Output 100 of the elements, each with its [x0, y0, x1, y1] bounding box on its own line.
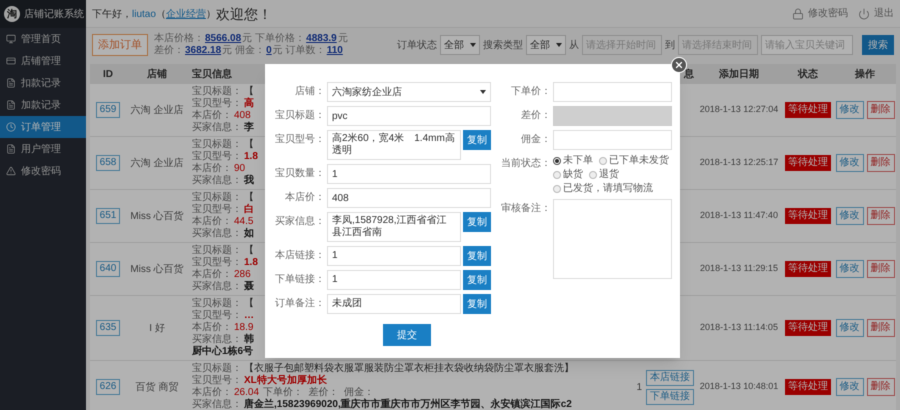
info-label: 宝贝标题：: [192, 86, 242, 98]
add-order-button[interactable]: 添加订单: [92, 34, 148, 56]
edit-button[interactable]: 修改: [836, 260, 864, 278]
delete-button[interactable]: 删除: [866, 378, 894, 396]
text-field[interactable]: 1: [327, 164, 491, 184]
date-text: 2018-1-13 11:29:15: [700, 262, 778, 276]
info-value: 厨中心1栋6号: [192, 346, 254, 358]
copy-button[interactable]: 复制: [463, 130, 491, 150]
text-field[interactable]: 408: [327, 188, 491, 208]
order-id[interactable]: 626: [96, 379, 120, 395]
shop-select[interactable]: 六淘家纺企业店: [327, 82, 491, 102]
info-label: 买家信息：: [192, 334, 242, 345]
order-id[interactable]: 658: [96, 155, 120, 171]
field-label: 审核备注：: [500, 202, 551, 216]
sidebar-item[interactable]: 管理首页: [0, 28, 86, 50]
info-label: 宝贝标题：: [192, 363, 242, 374]
edit-button[interactable]: 修改: [836, 378, 864, 396]
edit-button[interactable]: 修改: [836, 207, 864, 225]
delete-button[interactable]: 删除: [866, 319, 894, 337]
text-field[interactable]: [553, 82, 672, 102]
clock-icon: [6, 122, 16, 132]
info-label: 买家信息：: [192, 399, 242, 410]
text-field[interactable]: 李凤,1587928,江西省省江县江西省南: [327, 212, 461, 242]
user-link[interactable]: liutao: [132, 6, 156, 22]
radio-button[interactable]: [553, 185, 561, 193]
delete-button[interactable]: 删除: [866, 260, 894, 278]
date-text: 2018-1-13 12:25:17: [700, 156, 778, 170]
sidebar-item[interactable]: 修改密码: [0, 160, 86, 182]
info-value: 【: [244, 192, 254, 204]
sidebar-item[interactable]: 订单管理: [0, 116, 86, 138]
text-field[interactable]: 高2米60，宽4米 1.4mm高透明: [327, 130, 461, 160]
order-id[interactable]: 635: [96, 320, 120, 336]
field-label: 宝贝数量：: [274, 166, 325, 181]
info-value: 【: [244, 86, 254, 97]
link-button[interactable]: 下单链接: [646, 388, 694, 404]
submit-button[interactable]: 提交: [383, 324, 431, 346]
radio-button[interactable]: [589, 171, 597, 179]
order-id[interactable]: 640: [96, 261, 120, 277]
caret-icon: [470, 43, 476, 47]
field-label: 本店价：: [284, 190, 325, 205]
sidebar-item[interactable]: 加款记录: [0, 94, 86, 116]
unit-label: 元: [272, 45, 283, 57]
bracket-text: （: [156, 8, 166, 22]
copy-button[interactable]: 复制: [463, 270, 491, 290]
header-link[interactable]: 修改密码: [792, 6, 848, 21]
delete-button[interactable]: 删除: [866, 154, 894, 172]
order-id[interactable]: 659: [96, 102, 120, 118]
stat-label: 本店价格：: [154, 33, 204, 45]
radio-button[interactable]: [599, 157, 607, 165]
delete-button[interactable]: 删除: [866, 101, 894, 119]
welcome-text: 欢迎您！: [216, 6, 272, 22]
info-label: 宝贝型号：: [192, 310, 242, 322]
copy-button[interactable]: 复制: [463, 294, 491, 314]
edit-button[interactable]: 修改: [836, 101, 864, 119]
text-field[interactable]: 1: [327, 270, 461, 290]
stat-value: 4883.9: [306, 33, 337, 44]
search-field[interactable]: 请输入宝贝关键词: [761, 35, 853, 55]
filter-select[interactable]: 全部: [526, 35, 566, 55]
edit-button[interactable]: 修改: [836, 319, 864, 337]
date-text: 2018-1-13 11:14:05: [700, 321, 778, 334]
sidebar-item[interactable]: 店铺管理: [0, 50, 86, 72]
unit-label: 元: [242, 33, 252, 45]
status-badge: 等待处理: [785, 379, 831, 395]
copy-button[interactable]: 复制: [463, 246, 491, 266]
delete-button[interactable]: 删除: [866, 207, 894, 225]
status-badge: 等待处理: [785, 320, 831, 336]
info-value: 1.8: [244, 257, 258, 269]
radio-button[interactable]: [553, 171, 561, 179]
info-value: 韩: [244, 334, 254, 346]
search-button[interactable]: 搜索: [862, 35, 894, 55]
sidebar-item[interactable]: 扣款记录: [0, 72, 86, 94]
copy-button[interactable]: 复制: [463, 212, 491, 232]
order-id[interactable]: 651: [96, 208, 120, 224]
column-header: 操作: [855, 68, 875, 82]
text-field[interactable]: pvc: [327, 106, 491, 126]
stat-label: 佣金：: [235, 45, 266, 57]
field-label: 差价：: [520, 109, 551, 123]
column-header: 宝贝信息: [191, 67, 232, 82]
text-field[interactable]: 1: [327, 246, 461, 266]
header-link[interactable]: 退出: [858, 6, 894, 21]
info-value: 【: [244, 245, 254, 257]
filter-select[interactable]: 全部: [440, 35, 480, 55]
caret-icon: [556, 43, 562, 47]
text-field[interactable]: [553, 130, 672, 150]
info-label: 本店价：: [192, 110, 232, 122]
info-label: 本店价：: [192, 269, 232, 280]
date-text: 2018-1-13 12:27:04: [700, 103, 778, 116]
sidebar-item[interactable]: 用户管理: [0, 138, 86, 160]
shop-name: Miss 心百货: [130, 210, 184, 224]
radio-button[interactable]: [553, 157, 561, 165]
info-value: 90: [234, 163, 246, 174]
role-link[interactable]: 企业经营: [166, 6, 206, 22]
column-header: 添加日期: [719, 68, 759, 82]
edit-button[interactable]: 修改: [836, 154, 864, 172]
text-field[interactable]: 未成团: [327, 294, 461, 314]
remarks-textarea[interactable]: [553, 199, 672, 279]
info-value: 408: [234, 110, 251, 122]
link-button[interactable]: 本店链接: [646, 370, 694, 386]
info-label: 宝贝型号：: [192, 151, 242, 162]
quantity-text: 1: [636, 380, 642, 394]
